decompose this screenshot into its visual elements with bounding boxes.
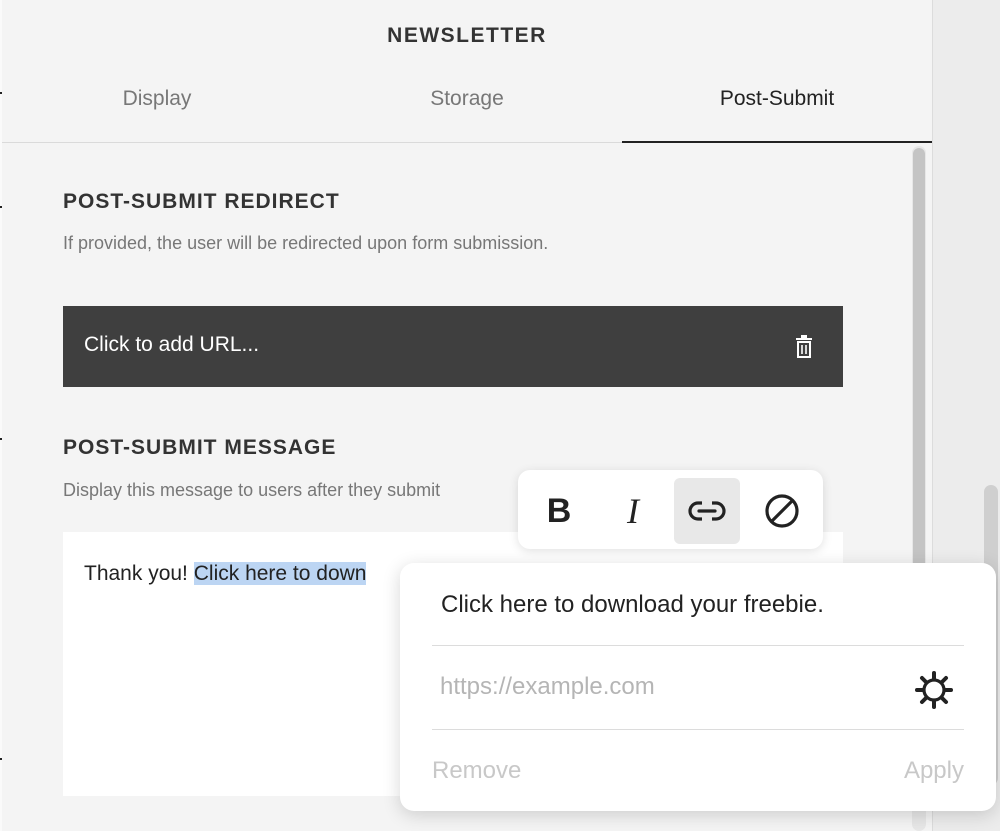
message-text[interactable]: Thank you! Click here to down xyxy=(84,562,367,586)
link-text: Click here to download your freebie. xyxy=(441,591,824,618)
clear-format-icon xyxy=(765,494,799,528)
italic-icon: I xyxy=(627,491,639,531)
remove-link-button[interactable]: Remove xyxy=(432,757,521,785)
redirect-url-placeholder: Click to add URL... xyxy=(84,333,260,356)
clear-format-button[interactable] xyxy=(749,478,815,544)
format-toolbar: B I xyxy=(518,470,823,549)
tab-bar: Display Storage Post-Submit xyxy=(2,72,932,143)
tab-post-submit[interactable]: Post-Submit xyxy=(622,72,932,143)
tab-storage[interactable]: Storage xyxy=(312,72,622,141)
link-editor-popup: Click here to download your freebie. Rem… xyxy=(400,563,996,811)
bold-button[interactable]: B xyxy=(526,478,592,544)
redirect-url-field[interactable]: Click to add URL... xyxy=(63,306,843,387)
apply-link-button[interactable]: Apply xyxy=(904,757,964,785)
divider xyxy=(432,645,964,646)
redirect-heading: POST-SUBMIT REDIRECT xyxy=(63,190,340,213)
panel-title: NEWSLETTER xyxy=(387,24,547,47)
trash-icon[interactable] xyxy=(793,334,815,360)
italic-button[interactable]: I xyxy=(600,478,666,544)
redirect-description: If provided, the user will be redirected… xyxy=(63,233,549,253)
tab-display[interactable]: Display xyxy=(2,72,312,141)
link-button[interactable] xyxy=(674,478,740,544)
message-description: Display this message to users after they… xyxy=(63,480,441,500)
link-url-input[interactable] xyxy=(438,666,872,708)
bold-icon: B xyxy=(546,491,572,530)
message-heading: POST-SUBMIT MESSAGE xyxy=(63,436,337,459)
message-selected-text: Click here to down xyxy=(193,562,367,585)
link-icon xyxy=(688,500,726,522)
message-plain-text: Thank you! xyxy=(84,562,194,585)
gear-icon[interactable] xyxy=(914,670,954,710)
divider xyxy=(432,729,964,730)
